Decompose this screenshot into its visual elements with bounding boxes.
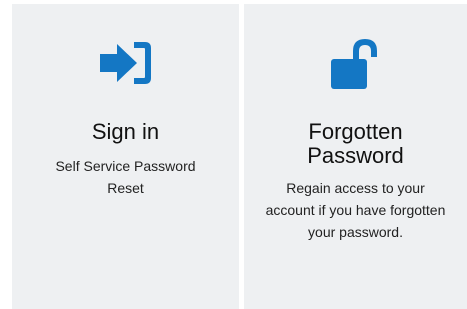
forgotten-password-icon-wrapper	[244, 36, 467, 90]
sign-in-tile[interactable]: Sign in Self Service Password Reset	[12, 4, 239, 309]
sign-in-icon	[99, 42, 151, 84]
sign-in-description: Self Service Password Reset	[55, 158, 196, 196]
sign-in-title: Sign in	[91, 119, 160, 144]
forgotten-password-description: Regain access to your account if you hav…	[265, 180, 446, 240]
unlocked-padlock-icon	[330, 39, 377, 89]
forgotten-password-title: Forgotten Password	[307, 119, 404, 168]
sign-in-icon-wrapper	[12, 36, 239, 90]
forgotten-password-tile[interactable]: Forgotten Password Regain access to your…	[244, 4, 467, 309]
